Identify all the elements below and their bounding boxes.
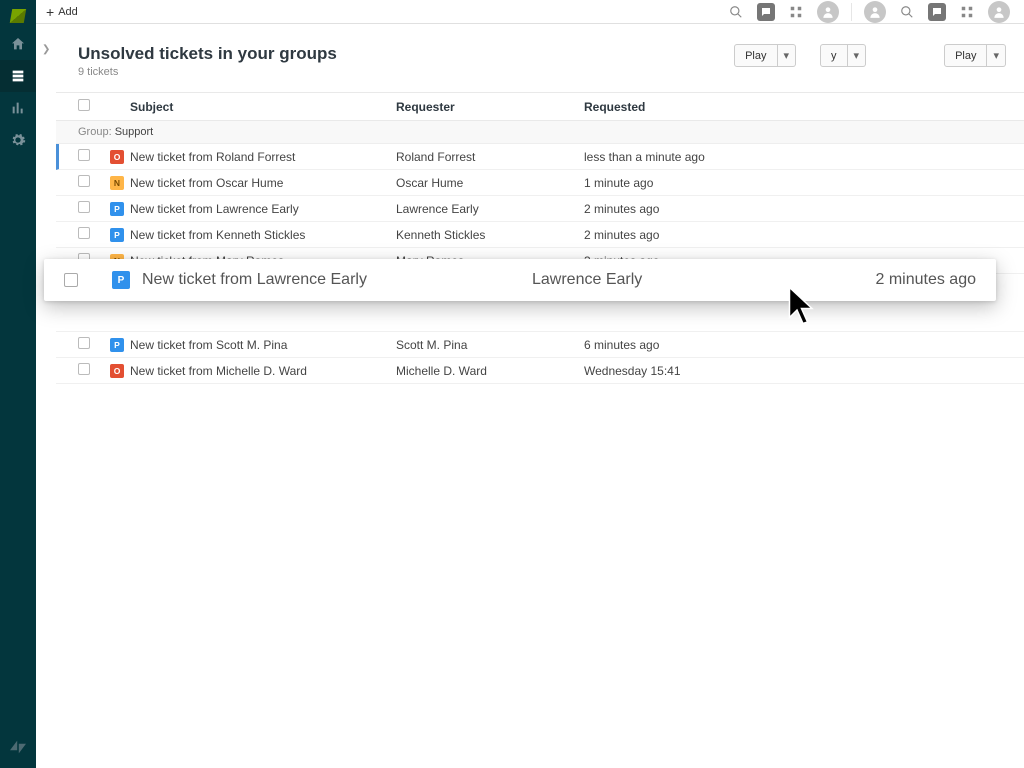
ticket-requested: 6 minutes ago — [584, 338, 784, 352]
table-row[interactable]: P New ticket from Lawrence EarlyLawrence … — [56, 196, 1024, 222]
plus-icon: + — [46, 5, 54, 19]
sidebar-item-reporting[interactable] — [0, 92, 36, 124]
search-icon[interactable] — [727, 3, 745, 21]
status-badge: N — [110, 176, 124, 190]
ticket-requester: Michelle D. Ward — [396, 364, 584, 378]
main-content: Unsolved tickets in your groups 9 ticket… — [56, 38, 1024, 768]
topbar-separator — [851, 3, 852, 21]
y-dropdown[interactable]: ▾ — [848, 44, 867, 67]
avatar[interactable] — [988, 1, 1010, 23]
ticket-requested: Wednesday 15:41 — [584, 364, 784, 378]
row-checkbox[interactable] — [64, 273, 78, 287]
sidebar-item-admin[interactable] — [0, 124, 36, 156]
play-dropdown[interactable]: ▾ — [778, 44, 797, 67]
status-badge: P — [110, 338, 124, 352]
ticket-requester: Lawrence Early — [532, 271, 792, 289]
column-subject[interactable]: Subject — [130, 100, 396, 114]
column-requested[interactable]: Requested — [584, 100, 784, 114]
app-logo[interactable] — [0, 4, 36, 28]
row-checkbox[interactable] — [78, 175, 90, 187]
play-dropdown-2[interactable]: ▾ — [987, 44, 1006, 67]
play-button-group-2: Play ▾ — [944, 44, 1006, 67]
row-checkbox[interactable] — [78, 201, 90, 213]
y-button[interactable]: y — [820, 44, 848, 67]
tray-icon — [10, 68, 26, 84]
table-row[interactable]: N New ticket from Oscar HumeOscar Hume1 m… — [56, 170, 1024, 196]
sidebar-item-home[interactable] — [0, 28, 36, 60]
status-badge: O — [110, 364, 124, 378]
status-badge: P — [112, 271, 130, 289]
ticket-requested: 1 minute ago — [584, 176, 784, 190]
search-icon[interactable] — [898, 3, 916, 21]
ticket-requested: 2 minutes ago — [584, 228, 784, 242]
apps-icon[interactable] — [787, 3, 805, 21]
dragged-ticket-row[interactable]: P New ticket from Lawrence Early Lawrenc… — [44, 259, 996, 301]
secondary-button-group: y ▾ — [820, 44, 866, 67]
ticket-requested: less than a minute ago — [584, 150, 784, 164]
group-name: Support — [115, 126, 154, 138]
table-row[interactable]: O New ticket from Roland ForrestRoland Fo… — [56, 144, 1024, 170]
avatar[interactable] — [864, 1, 886, 23]
row-checkbox[interactable] — [78, 337, 90, 349]
collapse-views-chevron-icon[interactable]: ❯ — [42, 44, 50, 55]
table-row[interactable]: O New ticket from Michelle D. WardMichell… — [56, 358, 1024, 384]
ticket-subject: New ticket from Michelle D. Ward — [130, 364, 396, 378]
ticket-requester: Lawrence Early — [396, 202, 584, 216]
status-badge: P — [110, 202, 124, 216]
sidebar-brand-mark — [0, 734, 36, 760]
group-label: Group: — [78, 126, 112, 138]
status-badge: O — [110, 150, 124, 164]
play-button-2[interactable]: Play — [944, 44, 987, 67]
play-button[interactable]: Play — [734, 44, 777, 67]
ticket-count: 9 tickets — [78, 66, 337, 78]
row-checkbox[interactable] — [78, 363, 90, 375]
add-label: Add — [58, 6, 78, 18]
zendesk-icon — [10, 740, 26, 754]
row-checkbox[interactable] — [78, 149, 90, 161]
sidebar — [0, 0, 36, 768]
bar-chart-icon — [10, 100, 26, 116]
tickets-table: Subject Requester Requested Group: Suppo… — [56, 92, 1024, 384]
ticket-subject: New ticket from Scott M. Pina — [130, 338, 396, 352]
page-title: Unsolved tickets in your groups — [78, 44, 337, 64]
row-checkbox[interactable] — [78, 227, 90, 239]
ticket-subject: New ticket from Lawrence Early — [130, 202, 396, 216]
column-requester[interactable]: Requester — [396, 100, 584, 114]
ticket-subject: New ticket from Lawrence Early — [142, 271, 532, 289]
table-header: Subject Requester Requested — [56, 92, 1024, 121]
ticket-subject: New ticket from Kenneth Stickles — [130, 228, 396, 242]
sidebar-item-views[interactable] — [0, 60, 36, 92]
ticket-requester: Scott M. Pina — [396, 338, 584, 352]
view-header: Unsolved tickets in your groups 9 ticket… — [56, 38, 1024, 84]
ticket-requested: 2 minutes ago — [875, 271, 976, 289]
select-all-checkbox[interactable] — [78, 99, 90, 111]
add-button[interactable]: + Add — [46, 5, 78, 19]
table-row[interactable]: P New ticket from Scott M. PinaScott M. P… — [56, 332, 1024, 358]
group-row: Group: Support — [56, 121, 1024, 144]
ticket-requester: Roland Forrest — [396, 150, 584, 164]
ticket-subject: New ticket from Roland Forrest — [130, 150, 396, 164]
play-button-group: Play ▾ — [734, 44, 796, 67]
ticket-subject: New ticket from Oscar Hume — [130, 176, 396, 190]
ticket-requester: Oscar Hume — [396, 176, 584, 190]
conversations-icon[interactable] — [757, 3, 775, 21]
table-row[interactable]: P New ticket from Kenneth SticklesKenneth… — [56, 222, 1024, 248]
ticket-requester: Kenneth Stickles — [396, 228, 584, 242]
status-badge: P — [110, 228, 124, 242]
ticket-requested: 2 minutes ago — [584, 202, 784, 216]
topbar: + Add — [36, 0, 1024, 24]
home-icon — [10, 36, 26, 52]
conversations-icon[interactable] — [928, 3, 946, 21]
gear-icon — [10, 132, 26, 148]
avatar[interactable] — [817, 1, 839, 23]
apps-icon[interactable] — [958, 3, 976, 21]
